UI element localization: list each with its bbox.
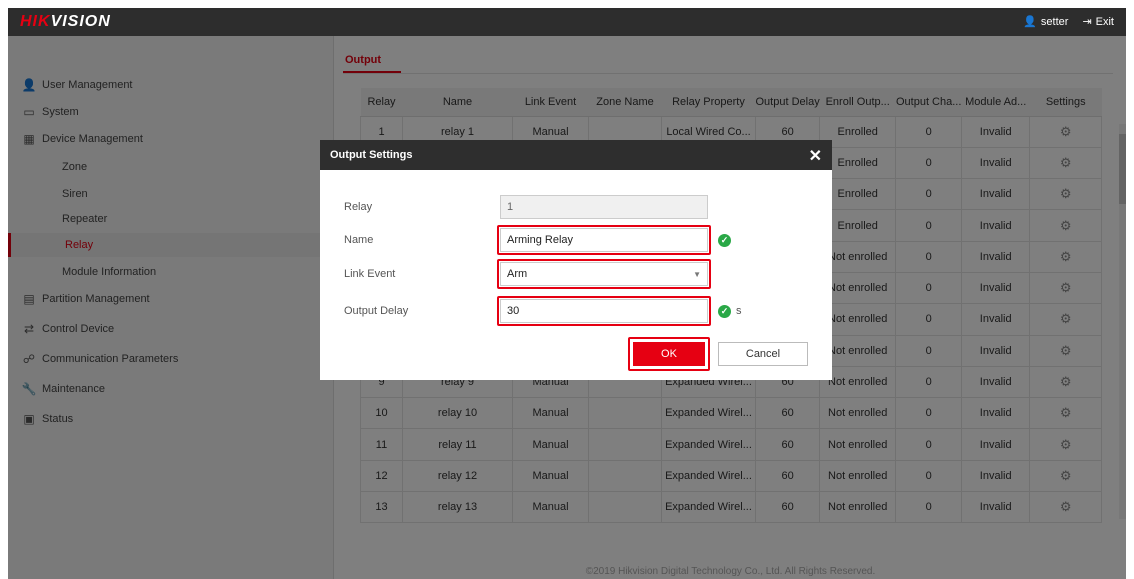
- user-menu[interactable]: 👤 setter: [1023, 15, 1068, 29]
- exit-button[interactable]: ⇥ Exit: [1082, 15, 1114, 29]
- name-valid-check-icon: ✓: [718, 234, 731, 247]
- relay-label: Relay: [344, 201, 373, 213]
- output-delay-unit: s: [736, 305, 742, 317]
- logout-icon: ⇥: [1082, 16, 1092, 28]
- dialog-header: Output Settings ✕: [320, 140, 832, 170]
- output-settings-dialog: Output Settings ✕ Relay 1 Name Arming Re…: [320, 140, 832, 380]
- name-input[interactable]: Arming Relay: [500, 228, 708, 252]
- user-icon: 👤: [1023, 16, 1037, 28]
- link-event-label: Link Event: [344, 268, 396, 280]
- output-delay-label: Output Delay: [344, 305, 409, 317]
- ok-button[interactable]: OK: [633, 342, 705, 366]
- hikvision-logo: HIKVISION: [20, 13, 111, 30]
- dialog-title: Output Settings: [330, 149, 413, 161]
- name-label: Name: [344, 234, 374, 246]
- chevron-down-icon: ▼: [693, 270, 701, 279]
- output-delay-input[interactable]: 30: [500, 299, 708, 323]
- user-controls: 👤 setter ⇥ Exit: [1023, 15, 1114, 29]
- link-event-select[interactable]: Arm ▼: [500, 262, 708, 286]
- close-icon[interactable]: ✕: [809, 146, 822, 166]
- top-bar: HIKVISION 👤 setter ⇥ Exit: [8, 8, 1126, 36]
- cancel-button[interactable]: Cancel: [718, 342, 808, 366]
- output-delay-valid-check-icon: ✓: [718, 305, 731, 318]
- relay-field: 1: [500, 195, 708, 219]
